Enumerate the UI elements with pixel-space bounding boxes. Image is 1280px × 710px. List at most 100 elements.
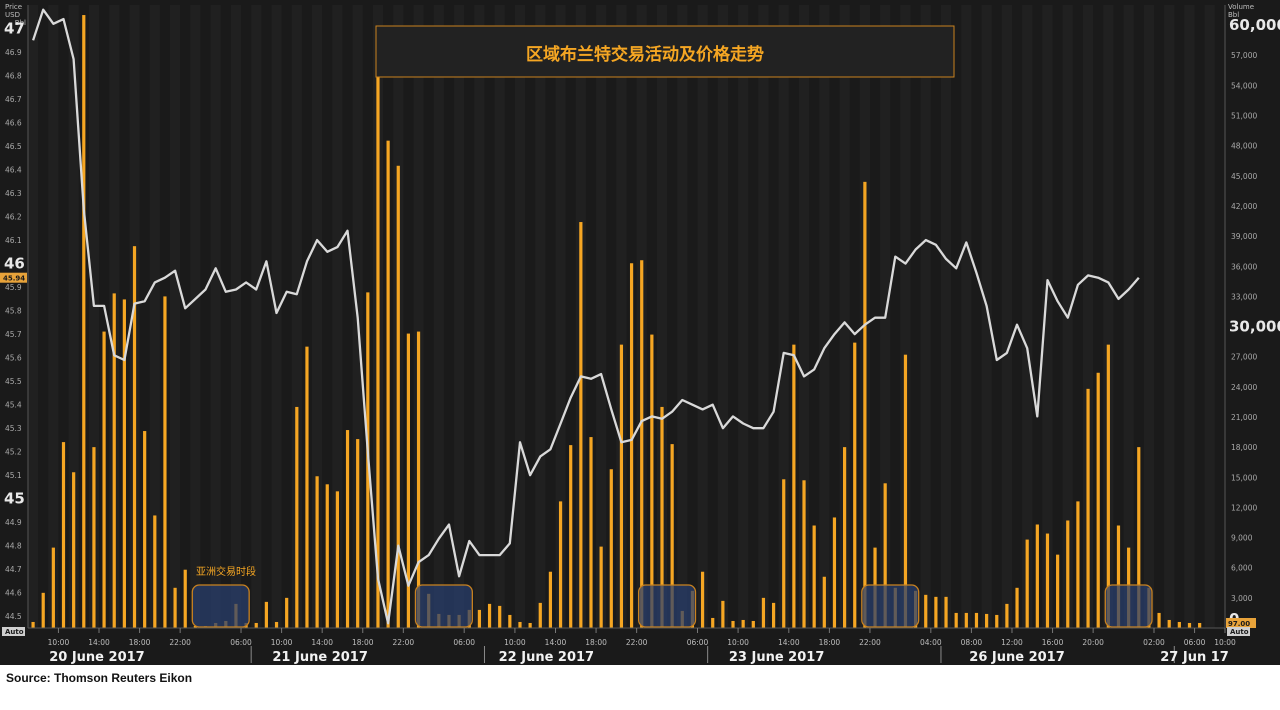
- left-tick-label: 46.8: [5, 72, 22, 81]
- asia-session-box: [637, 584, 697, 628]
- volume-bar: [853, 342, 857, 628]
- volume-bar: [995, 614, 999, 628]
- volume-bar: [954, 612, 958, 628]
- left-auto-label: Auto: [5, 628, 24, 636]
- right-tick-label: 9,000: [1231, 534, 1253, 543]
- asia-session-box: [414, 584, 473, 628]
- chart-title: 区域布兰特交易活动及价格走势: [526, 44, 764, 65]
- time-tick-label: 04:00: [920, 638, 942, 647]
- shade-band: [697, 5, 708, 628]
- right-tick-label: 54,000: [1231, 81, 1257, 90]
- volume-bar: [721, 600, 725, 628]
- time-tick-label: 18:00: [585, 638, 607, 647]
- volume-bar: [41, 592, 45, 628]
- shade-band: [1123, 5, 1134, 628]
- volume-bar: [51, 547, 55, 628]
- volume-bar: [173, 587, 177, 628]
- asia-session-label: 亚洲交易时段: [196, 565, 256, 578]
- source-note: Source: Thomson Reuters Eikon: [6, 671, 193, 685]
- volume-bar: [792, 344, 796, 628]
- shade-band: [819, 5, 830, 628]
- left-last-value: 45.94: [3, 275, 25, 283]
- left-tick-label: 45.2: [5, 448, 22, 457]
- left-tick-label-major: 46: [4, 255, 25, 273]
- time-tick-label: 10:00: [1214, 638, 1236, 647]
- right-tick-label: 3,000: [1231, 594, 1253, 603]
- left-tick-label: 44.5: [5, 612, 22, 621]
- left-tick-label-major: 47: [4, 20, 25, 38]
- volume-bar: [1005, 603, 1009, 628]
- shade-band: [1001, 5, 1012, 628]
- time-tick-label: 22:00: [169, 638, 191, 647]
- shade-band: [251, 5, 262, 628]
- shade-band: [940, 5, 952, 628]
- right-tick-label: 18,000: [1231, 443, 1257, 452]
- volume-bar: [416, 331, 421, 628]
- shade-band: [738, 5, 749, 628]
- left-axis-title: USD: [5, 11, 20, 19]
- day-label: 26 June 2017: [969, 650, 1065, 665]
- time-tick-label: 18:00: [819, 638, 841, 647]
- left-tick-label: 46.3: [5, 189, 22, 198]
- left-tick-label: 46.7: [5, 95, 22, 104]
- volume-bar: [325, 484, 329, 628]
- volume-bar: [153, 515, 157, 628]
- volume-bar: [579, 222, 583, 628]
- volume-bar: [82, 15, 86, 628]
- shade-band: [210, 5, 221, 628]
- volume-bar: [832, 517, 837, 628]
- volume-bar: [985, 613, 989, 628]
- volume-bar: [1056, 554, 1060, 628]
- volume-bar: [934, 596, 938, 628]
- time-tick-label: 14:00: [311, 638, 333, 647]
- left-tick-label: 44.7: [5, 565, 22, 574]
- volume-bar: [295, 406, 299, 628]
- shade-band: [758, 5, 769, 628]
- time-tick-label: 10:00: [271, 638, 293, 647]
- shade-band: [920, 5, 931, 628]
- volume-bar: [264, 601, 268, 628]
- volume-bar: [31, 621, 35, 628]
- volume-bar: [548, 571, 553, 628]
- right-tick-label: 6,000: [1231, 564, 1253, 573]
- shade-band: [494, 5, 505, 628]
- right-tick-label: 12,000: [1231, 503, 1257, 512]
- left-tick-label: 46.5: [5, 142, 22, 151]
- volume-bar: [650, 334, 654, 628]
- shade-band: [48, 5, 59, 628]
- volume-bar: [741, 619, 745, 628]
- volume-bar: [528, 622, 532, 628]
- time-tick-label: 10:00: [727, 638, 749, 647]
- volume-bar: [112, 293, 116, 628]
- shade-band: [1164, 5, 1175, 628]
- volume-bar: [1066, 520, 1070, 628]
- left-axis-title: Price: [5, 3, 22, 11]
- volume-bar: [498, 605, 502, 628]
- volume-bar: [1015, 587, 1019, 628]
- left-tick-label: 46.4: [5, 166, 22, 175]
- left-tick-label: 46.1: [5, 236, 22, 245]
- day-label: 27 Jun 17: [1160, 650, 1229, 665]
- volume-bar: [589, 437, 593, 628]
- right-tick-label: 24,000: [1231, 383, 1257, 392]
- volume-bar: [1096, 372, 1100, 628]
- time-tick-label: 22:00: [859, 638, 881, 647]
- time-tick-label: 16:00: [1042, 638, 1064, 647]
- volume-bar: [1035, 524, 1039, 628]
- left-tick-label: 45.8: [5, 307, 22, 316]
- left-tick-label: 45.1: [5, 471, 22, 480]
- right-tick-label: 33,000: [1231, 292, 1257, 301]
- shade-band: [454, 5, 465, 628]
- time-tick-label: 18:00: [129, 638, 151, 647]
- volume-bar: [254, 622, 258, 628]
- volume-bar: [599, 546, 603, 628]
- left-tick-label: 44.8: [5, 542, 22, 551]
- shade-band: [170, 5, 181, 628]
- volume-bar: [1198, 622, 1202, 628]
- shade-band: [28, 5, 39, 628]
- time-tick-label: 02:00: [1143, 638, 1165, 647]
- shade-band: [1184, 5, 1195, 628]
- volume-bar: [761, 597, 766, 628]
- volume-bar: [771, 602, 776, 628]
- volume-bar: [508, 614, 512, 628]
